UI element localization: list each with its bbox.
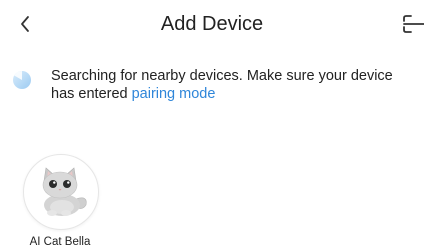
- pairing-mode-link[interactable]: pairing mode: [132, 86, 216, 102]
- device-item[interactable]: AI Cat Bella: [22, 154, 102, 249]
- loading-spinner-icon: [12, 70, 32, 90]
- device-name: AI Cat Bella: [29, 236, 91, 248]
- search-status-text: Searching for nearby devices. Make sure …: [51, 68, 393, 102]
- plush-cat-image: [42, 167, 87, 216]
- scan-icon: [403, 15, 424, 33]
- device-avatar: [23, 154, 99, 230]
- search-status: Searching for nearby devices. Make sure …: [0, 62, 424, 112]
- search-message: Searching for nearby devices. Make sure …: [51, 67, 411, 103]
- scan-button[interactable]: [402, 12, 424, 36]
- top-bar: Add Device: [0, 0, 424, 50]
- page-title: Add Device: [160, 13, 264, 35]
